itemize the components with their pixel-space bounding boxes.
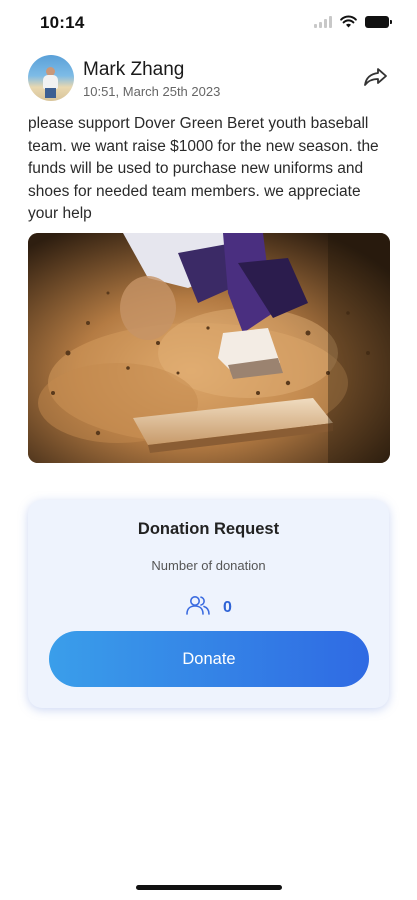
home-indicator[interactable] — [136, 885, 282, 890]
signal-icon — [314, 15, 332, 28]
donation-count: 0 — [223, 599, 232, 616]
donation-subtitle: Number of donation — [151, 558, 266, 573]
share-button[interactable] — [363, 65, 389, 89]
donation-title: Donation Request — [137, 520, 280, 538]
post-timestamp: 10:51, March 25th 2023 — [83, 84, 221, 99]
post-image[interactable] — [28, 233, 390, 463]
wifi-icon — [340, 15, 357, 28]
donation-card: Donation Request Number of donation 0 Do… — [28, 500, 389, 708]
battery-icon — [365, 15, 392, 28]
author-name[interactable]: Mark Zhang — [83, 59, 184, 81]
status-time: 10:14 — [40, 13, 85, 32]
status-icons — [314, 15, 392, 28]
post-text: please support Dover Green Beret youth b… — [28, 115, 379, 222]
users-icon — [186, 596, 210, 615]
baseball-slide-image — [28, 233, 390, 463]
donors-row: 0 — [28, 593, 389, 617]
share-icon — [364, 68, 387, 86]
post-header: Mark Zhang 10:51, March 25th 2023 — [28, 55, 393, 103]
donate-button[interactable]: Donate — [49, 631, 369, 687]
status-bar: 10:14 — [0, 0, 417, 46]
avatar[interactable] — [28, 55, 74, 101]
